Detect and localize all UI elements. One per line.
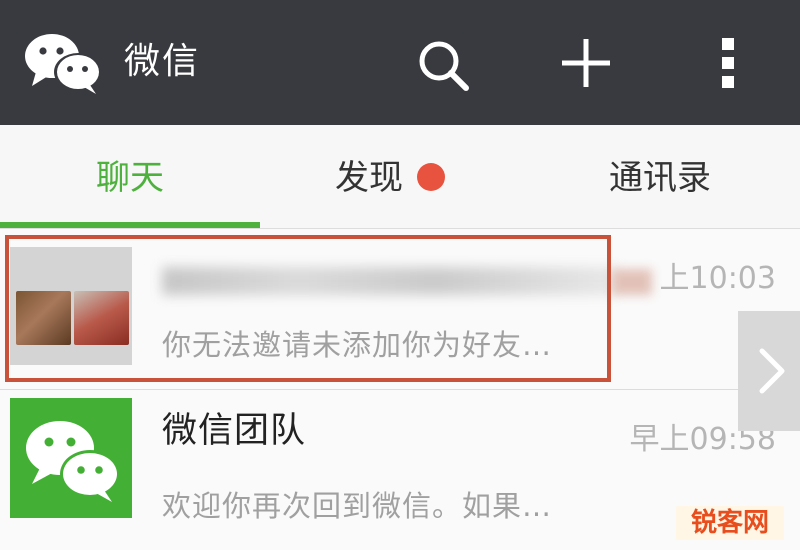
active-tab-indicator (0, 222, 260, 228)
watermark: 锐客网 (676, 506, 784, 540)
highlight-box (5, 235, 611, 382)
search-icon[interactable] (410, 28, 476, 98)
chat-time: 上10:03 (659, 261, 776, 296)
plus-icon[interactable] (553, 28, 619, 98)
wechat-team-avatar-icon (10, 398, 132, 518)
tab-discover[interactable]: 发现 (260, 125, 520, 228)
tab-bar: 聊天 发现 通讯录 (0, 125, 800, 229)
top-bar: 微信 (0, 0, 800, 125)
tab-discover-label: 发现 (335, 158, 403, 198)
wechat-logo-icon (25, 34, 102, 94)
tab-chats[interactable]: 聊天 (0, 125, 260, 228)
tab-chats-label: 聊天 (96, 158, 164, 198)
more-options-icon[interactable] (700, 28, 766, 98)
side-arrow-button[interactable] (738, 311, 800, 431)
tab-contacts-label: 通讯录 (609, 158, 711, 198)
chat-name: 微信团队 (162, 411, 307, 451)
app-title: 微信 (124, 41, 201, 82)
notification-dot-icon (417, 162, 445, 191)
blurred-time-prefix (612, 269, 652, 295)
tab-contacts[interactable]: 通讯录 (520, 125, 800, 228)
chevron-right-icon (759, 348, 785, 394)
chat-preview: 欢迎你再次回到微信。如果… (162, 489, 553, 523)
